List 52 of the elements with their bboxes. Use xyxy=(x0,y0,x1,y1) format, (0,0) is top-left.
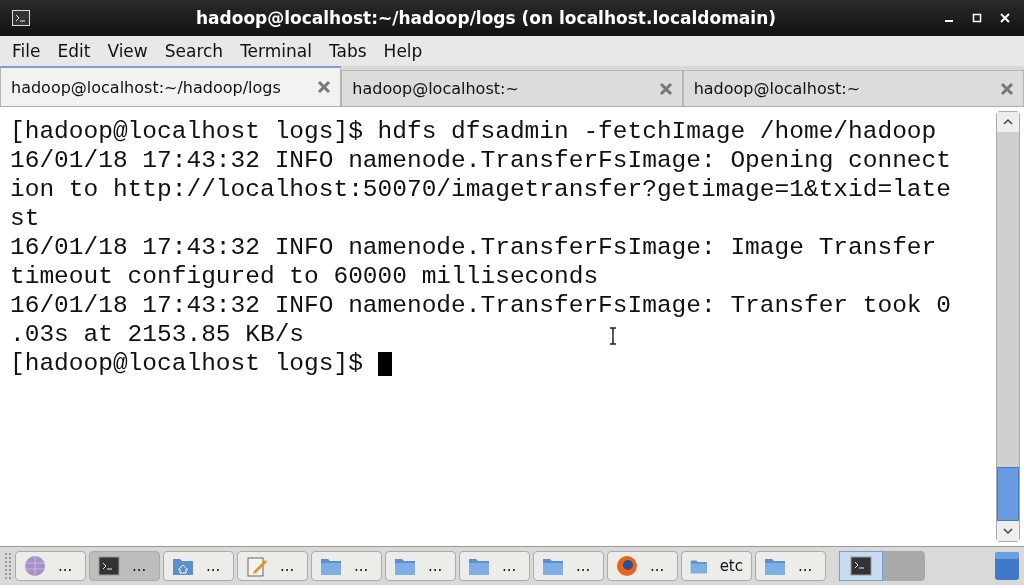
terminal-icon xyxy=(12,10,30,26)
taskbar-button[interactable]: ... xyxy=(755,551,826,581)
globe-icon xyxy=(24,555,46,577)
menu-item[interactable]: File xyxy=(12,41,41,61)
terminal-line: 16/01/18 17:43:32 INFO namenode.TransferFsImage: Transfer took 0 xyxy=(10,291,951,320)
prompt: [hadoop@localhost logs]$ xyxy=(10,349,364,378)
scroll-up-button[interactable] xyxy=(997,112,1019,132)
taskbar-button[interactable]: ... xyxy=(459,551,530,581)
taskbar-button[interactable]: ... xyxy=(607,551,678,581)
window-title: hadoop@localhost:~/hadoop/logs (on localhost.localdomain) xyxy=(194,8,778,28)
taskbar-button[interactable]: ... xyxy=(163,551,234,581)
close-tab-icon[interactable] xyxy=(999,80,1015,97)
taskbar-button[interactable]: ... xyxy=(533,551,604,581)
scrollbar[interactable] xyxy=(996,111,1020,542)
menu-item[interactable]: View xyxy=(107,41,148,61)
taskbar-button[interactable]: etc xyxy=(681,551,752,581)
scroll-down-button[interactable] xyxy=(997,521,1019,541)
terminal-line: st xyxy=(10,204,40,233)
taskbar-button[interactable]: ... xyxy=(385,551,456,581)
trash-icon[interactable] xyxy=(994,551,1020,581)
scroll-thumb[interactable] xyxy=(997,467,1019,521)
taskbar-button[interactable]: ... xyxy=(237,551,308,581)
taskbar-button[interactable]: ... xyxy=(89,551,160,581)
close-tab-icon[interactable] xyxy=(316,79,333,95)
menu-item[interactable]: Edit xyxy=(57,41,91,61)
caret-up-icon xyxy=(1003,118,1013,126)
terminal-line: ion to http://localhost:50070/imagetransfer?getimage=1&txid=late xyxy=(10,175,951,204)
caret-down-icon xyxy=(1003,527,1013,535)
close-button[interactable] xyxy=(998,11,1012,25)
terminal-tab[interactable]: hadoop@localhost:~ xyxy=(682,70,1024,106)
text-cursor-icon xyxy=(609,327,617,345)
terminal-line: timeout configured to 60000 milliseconds xyxy=(10,262,599,291)
terminal-line: 16/01/18 17:43:32 INFO namenode.TransferFsImage: Image Transfer xyxy=(10,233,937,262)
close-tab-icon[interactable] xyxy=(657,80,674,97)
terminal-tab[interactable]: hadoop@localhost:~/hadoop/logs xyxy=(0,66,342,106)
notepad-icon xyxy=(246,555,268,577)
terminal-tab[interactable]: hadoop@localhost:~ xyxy=(341,70,683,106)
terminal-icon xyxy=(850,556,872,576)
menu-item[interactable]: Tabs xyxy=(328,41,367,61)
text-cursor xyxy=(377,351,392,376)
workspace-switcher[interactable] xyxy=(839,551,925,581)
browser-icon xyxy=(616,555,638,577)
maximize-button[interactable] xyxy=(970,11,984,25)
menu-item[interactable]: Terminal xyxy=(240,41,312,61)
terminal-line: 16/01/18 17:43:32 INFO namenode.TransferFsImage: Opening connect xyxy=(10,146,951,175)
menu-item[interactable]: Search xyxy=(164,41,224,61)
terminal-icon xyxy=(98,555,120,577)
menu-item[interactable]: Help xyxy=(383,41,423,61)
taskbar-button[interactable]: ... xyxy=(15,551,86,581)
taskbar-button[interactable]: ... xyxy=(311,551,382,581)
terminal-line: .03s at 2153.85 KB/s xyxy=(10,320,305,349)
terminal-line: [hadoop@localhost logs]$ hdfs dfsadmin -fetchImage /home/hadoop xyxy=(10,117,937,146)
